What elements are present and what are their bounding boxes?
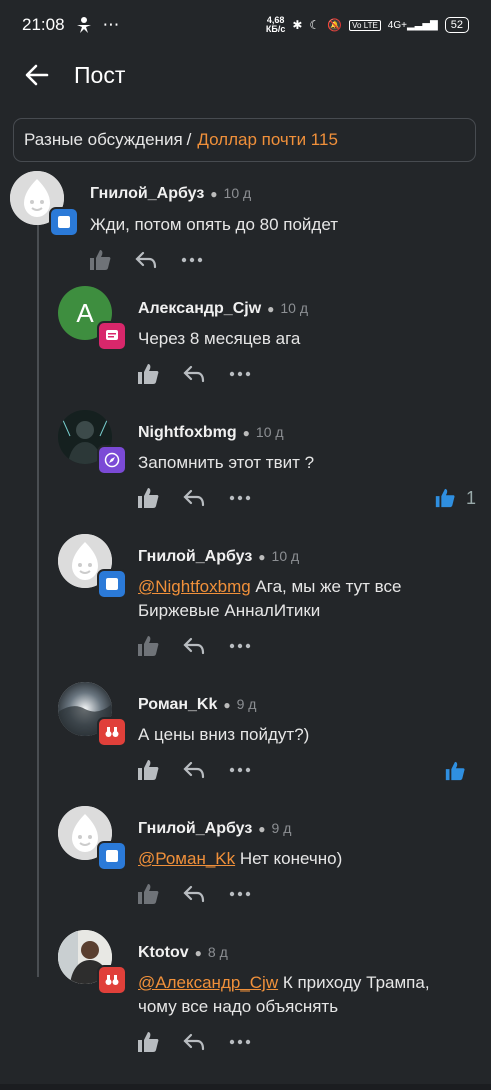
- network-speed: 4,68 КБ/с: [265, 15, 286, 34]
- more-options-icon[interactable]: [228, 486, 252, 510]
- more-options-icon[interactable]: [228, 1030, 252, 1054]
- more-options-icon[interactable]: [228, 758, 252, 782]
- comment-text: @Nightfoxbmg Ага, мы же тут все Биржевые…: [138, 577, 402, 620]
- user-mention[interactable]: @Александр_Cjw: [138, 973, 278, 992]
- liked-thumbs-up-icon[interactable]: [444, 760, 466, 782]
- like-count: 1: [466, 487, 477, 508]
- clock: 21:08: [22, 15, 65, 34]
- reply-icon[interactable]: [182, 1030, 206, 1054]
- moon-icon: ☾: [309, 18, 321, 32]
- red-binoculars-badge-icon: [97, 965, 127, 995]
- comment-age: 9 д: [271, 820, 292, 836]
- comment-text: @Роман_Kk Нет конечно): [138, 849, 343, 868]
- thumbs-up-icon[interactable]: [88, 248, 112, 272]
- thumbs-up-icon[interactable]: [136, 882, 160, 906]
- more-dots-icon: ⋯: [102, 15, 120, 34]
- comment-age: 10 д: [271, 548, 300, 564]
- status-bar: 21:08 ⋯ 4,68 КБ/с ✱ ☾ 🔕 Vo LTE 4G+▂▃▅▇ 52: [0, 0, 491, 50]
- comment-text: Жди, потом опять до 80 пойдет: [90, 215, 339, 234]
- volte-icon: Vo LTE: [349, 19, 381, 31]
- breadcrumb-current[interactable]: Доллар почти 115: [197, 130, 338, 150]
- more-options-icon[interactable]: [228, 882, 252, 906]
- liked-thumbs-up-icon[interactable]: [434, 487, 456, 509]
- more-options-icon[interactable]: [180, 248, 204, 272]
- comment-age: 8 д: [207, 944, 228, 960]
- avatar-letter: A: [76, 297, 94, 328]
- mute-icon: 🔕: [327, 18, 343, 32]
- comment-author[interactable]: Ktotov: [138, 944, 189, 962]
- thumbs-up-icon[interactable]: [136, 486, 160, 510]
- bluetooth-icon: ✱: [292, 18, 303, 32]
- thumbs-up-icon[interactable]: [136, 634, 160, 658]
- comment-age: 10 д: [280, 300, 309, 316]
- comment-author[interactable]: Nightfoxbmg: [138, 424, 237, 442]
- battery-icon: 52: [444, 17, 469, 33]
- comment-author[interactable]: Александр_Cjw: [138, 300, 261, 318]
- pink-chat-badge-icon: [97, 321, 127, 351]
- user-mention[interactable]: @Роман_Kk: [138, 849, 235, 868]
- blue-square-badge-icon: [97, 569, 127, 599]
- page-title: Пост: [74, 61, 126, 88]
- thumbs-up-icon[interactable]: [136, 362, 160, 386]
- person-icon: [76, 17, 91, 33]
- blue-square-badge-icon: [97, 841, 127, 871]
- more-options-icon[interactable]: [228, 634, 252, 658]
- signal-icon: 4G+▂▃▅▇: [387, 19, 438, 31]
- comment-author[interactable]: Гнилой_Арбуз: [138, 820, 252, 838]
- breadcrumb: Разные обсуждения / Доллар почти 115: [13, 118, 476, 162]
- more-options-icon[interactable]: [228, 362, 252, 386]
- red-binoculars-badge-icon: [97, 717, 127, 747]
- reply-icon[interactable]: [182, 634, 206, 658]
- reply-icon[interactable]: [182, 882, 206, 906]
- comment-age: 10 д: [255, 424, 284, 440]
- thumbs-up-icon[interactable]: [136, 1030, 160, 1054]
- breadcrumb-parent[interactable]: Разные обсуждения: [24, 130, 183, 150]
- reply-icon[interactable]: [182, 758, 206, 782]
- app-bar: Пост: [0, 50, 491, 100]
- comment-age: 10 д: [223, 185, 252, 201]
- reply-icon[interactable]: [182, 486, 206, 510]
- comment-author[interactable]: Гнилой_Арбуз: [138, 548, 252, 566]
- bottom-divider: [0, 1084, 491, 1090]
- comment-text: А цены вниз пойдут?): [138, 725, 310, 744]
- comment-text: @Александр_Cjw К приходу Трампа, чому вс…: [138, 973, 430, 1016]
- user-mention[interactable]: @Nightfoxbmg: [138, 577, 251, 596]
- breadcrumb-separator: /: [186, 130, 192, 149]
- comment-text: Через 8 месяцев ага: [138, 329, 301, 348]
- comment-age: 9 д: [236, 696, 257, 712]
- reply-icon[interactable]: [182, 362, 206, 386]
- comment-author[interactable]: Роман_Kk: [138, 696, 217, 714]
- thumbs-up-icon[interactable]: [136, 758, 160, 782]
- comment-text: Запомнить этот твит ?: [138, 453, 315, 472]
- thread-line: [37, 222, 39, 977]
- blue-square-badge-icon: [49, 207, 79, 237]
- purple-compass-badge-icon: [97, 445, 127, 475]
- back-arrow-icon[interactable]: [22, 60, 52, 90]
- comment-author[interactable]: Гнилой_Арбуз: [90, 185, 204, 203]
- reply-icon[interactable]: [134, 248, 158, 272]
